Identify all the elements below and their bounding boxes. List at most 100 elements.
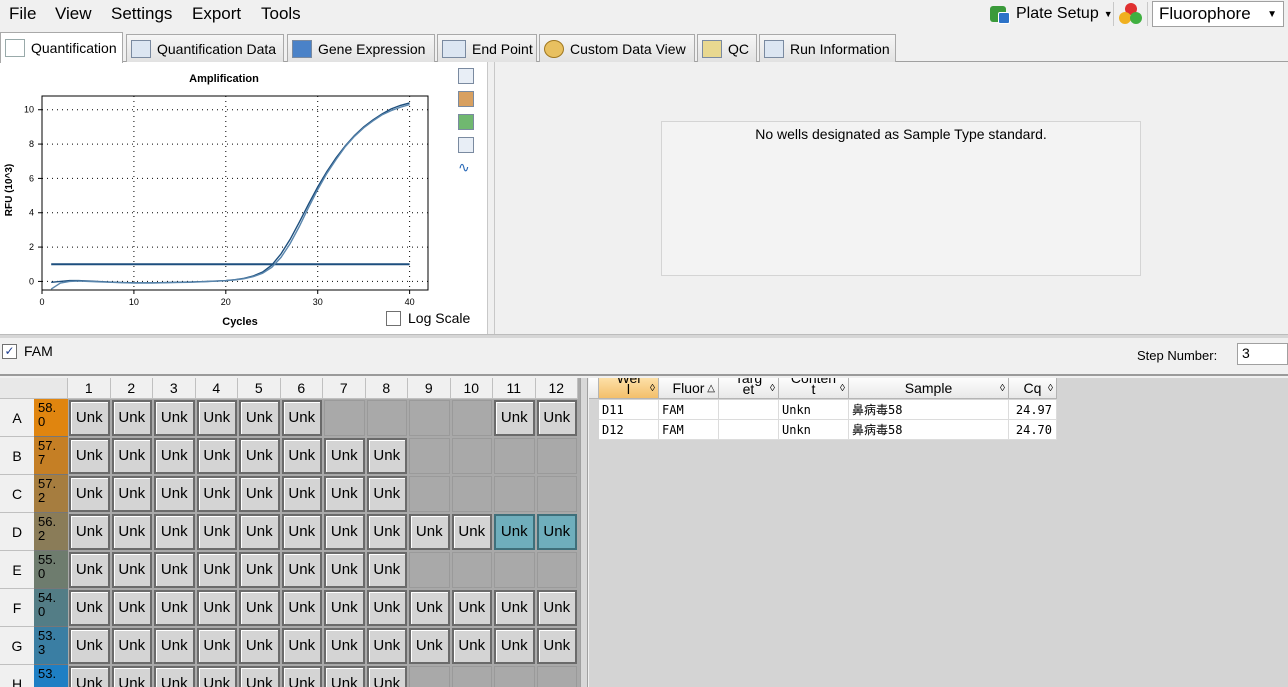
plate-well[interactable]: Unk — [69, 438, 110, 474]
plate-well[interactable] — [536, 476, 577, 512]
plate-well[interactable]: Unk — [494, 514, 535, 550]
plate-well[interactable] — [536, 666, 577, 687]
menu-tools[interactable]: Tools — [261, 4, 301, 24]
plate-well[interactable]: Unk — [239, 476, 280, 512]
tab-end-point[interactable]: End Point — [437, 34, 537, 62]
plate-well[interactable]: Unk — [196, 628, 237, 664]
plate-well[interactable]: Unk — [69, 552, 110, 588]
plate-well[interactable]: Unk — [281, 400, 322, 436]
plate-well[interactable]: Unk — [366, 590, 407, 626]
table-cell[interactable]: 鼻病毒58 — [849, 400, 1009, 420]
properties-icon[interactable] — [458, 91, 474, 107]
plate-well[interactable] — [409, 400, 450, 436]
table-cell[interactable]: Unkn — [779, 400, 849, 420]
plate-well[interactable]: Unk — [281, 476, 322, 512]
plate-well[interactable]: Unk — [111, 400, 152, 436]
column-header[interactable]: Wel l ◊ — [599, 378, 659, 399]
plate-row-header[interactable]: B — [0, 437, 34, 475]
plate-well[interactable]: Unk — [196, 476, 237, 512]
tab-run-information[interactable]: Run Information — [759, 34, 896, 62]
plate-column-header[interactable]: 12 — [535, 378, 578, 399]
table-cell[interactable]: FAM — [659, 400, 719, 420]
plate-well[interactable]: Unk — [196, 590, 237, 626]
plate-column-header[interactable]: 2 — [110, 378, 153, 399]
fluorophore-dropdown[interactable]: Fluorophore ▼ — [1152, 1, 1284, 27]
plate-well[interactable]: Unk — [366, 514, 407, 550]
plate-well[interactable]: Unk — [409, 590, 450, 626]
plate-row-header[interactable]: G — [0, 627, 34, 665]
plate-well[interactable]: Unk — [154, 400, 195, 436]
fam-checkbox[interactable]: ✓ — [2, 343, 17, 359]
vertical-splitter[interactable] — [580, 378, 588, 687]
plate-well[interactable]: Unk — [154, 438, 195, 474]
plate-well[interactable]: Unk — [69, 514, 110, 550]
plate-column-header[interactable]: 7 — [323, 378, 366, 399]
plate-well[interactable]: Unk — [196, 438, 237, 474]
plate-well[interactable]: Unk — [111, 628, 152, 664]
copy-icon[interactable] — [458, 68, 474, 84]
plate-well[interactable]: Unk — [196, 552, 237, 588]
plate-well[interactable] — [494, 552, 535, 588]
plate-column-header[interactable]: 5 — [238, 378, 281, 399]
plate-well[interactable]: Unk — [154, 514, 195, 550]
fam-filter[interactable]: ✓ FAM — [2, 343, 53, 359]
plate-well[interactable]: Unk — [451, 628, 492, 664]
tab-quantification[interactable]: Quantification — [0, 32, 123, 63]
plate-well[interactable]: Unk — [239, 400, 280, 436]
menu-settings[interactable]: Settings — [111, 4, 172, 24]
plate-well[interactable] — [451, 666, 492, 687]
plate-well[interactable]: Unk — [366, 476, 407, 512]
plate-well[interactable]: Unk — [69, 476, 110, 512]
plate-well[interactable] — [451, 400, 492, 436]
table-cell[interactable] — [719, 420, 779, 440]
plate-well[interactable]: Unk — [69, 628, 110, 664]
plate-well[interactable] — [494, 438, 535, 474]
menu-view[interactable]: View — [55, 4, 92, 24]
plate-row-header[interactable]: D — [0, 513, 34, 551]
column-header[interactable]: Conten t ◊ — [779, 378, 849, 399]
plate-well[interactable]: Unk — [69, 400, 110, 436]
table-cell[interactable]: 鼻病毒58 — [849, 420, 1009, 440]
plate-column-header[interactable]: 10 — [450, 378, 493, 399]
plate-well[interactable]: Unk — [239, 590, 280, 626]
plate-well[interactable]: Unk — [239, 514, 280, 550]
plate-setup-button[interactable]: Plate Setup ▼ — [988, 1, 1113, 27]
tab-gene-expression[interactable]: Gene Expression — [287, 34, 435, 62]
plate-well[interactable]: Unk — [324, 628, 365, 664]
table-cell[interactable]: Unkn — [779, 420, 849, 440]
plate-well[interactable] — [409, 666, 450, 687]
column-header[interactable]: Cq ◊ — [1009, 378, 1057, 399]
plate-well[interactable] — [536, 552, 577, 588]
plate-well[interactable]: Unk — [366, 628, 407, 664]
plate-well[interactable]: Unk — [154, 628, 195, 664]
traffic-light-icon[interactable] — [1118, 2, 1144, 26]
tab-quantification-data[interactable]: Quantification Data — [126, 34, 284, 62]
plate-well[interactable]: Unk — [409, 514, 450, 550]
plate-column-header[interactable]: 6 — [280, 378, 323, 399]
log-scale-toggle[interactable]: Log Scale — [386, 310, 470, 326]
plate-well[interactable]: Unk — [69, 590, 110, 626]
plate-well[interactable]: Unk — [494, 400, 535, 436]
amplification-chart[interactable]: Amplification Cycles RFU (10^3) 0 2 4 6 8 10 0… — [0, 62, 455, 334]
plate-well[interactable] — [494, 666, 535, 687]
plate-column-header[interactable]: 4 — [195, 378, 238, 399]
column-header[interactable]: Fluor △ — [659, 378, 719, 399]
plate-well[interactable] — [324, 400, 365, 436]
plate-well[interactable] — [366, 400, 407, 436]
tab-qc[interactable]: QC — [697, 34, 757, 62]
plate-well[interactable]: Unk — [281, 438, 322, 474]
plate-well[interactable]: Unk — [111, 552, 152, 588]
plate-well[interactable]: Unk — [196, 400, 237, 436]
plate-well[interactable]: Unk — [111, 438, 152, 474]
plate-well[interactable]: Unk — [196, 666, 237, 687]
table-cell[interactable]: FAM — [659, 420, 719, 440]
plate-well[interactable] — [494, 476, 535, 512]
plate-well[interactable]: Unk — [239, 552, 280, 588]
plate-well[interactable]: Unk — [324, 476, 365, 512]
plate-row-header[interactable]: F — [0, 589, 34, 627]
plate-well[interactable]: Unk — [111, 514, 152, 550]
plate-well[interactable]: Unk — [536, 514, 577, 550]
menu-export[interactable]: Export — [192, 4, 241, 24]
plate-well[interactable]: Unk — [536, 590, 577, 626]
plate-well[interactable]: Unk — [154, 476, 195, 512]
